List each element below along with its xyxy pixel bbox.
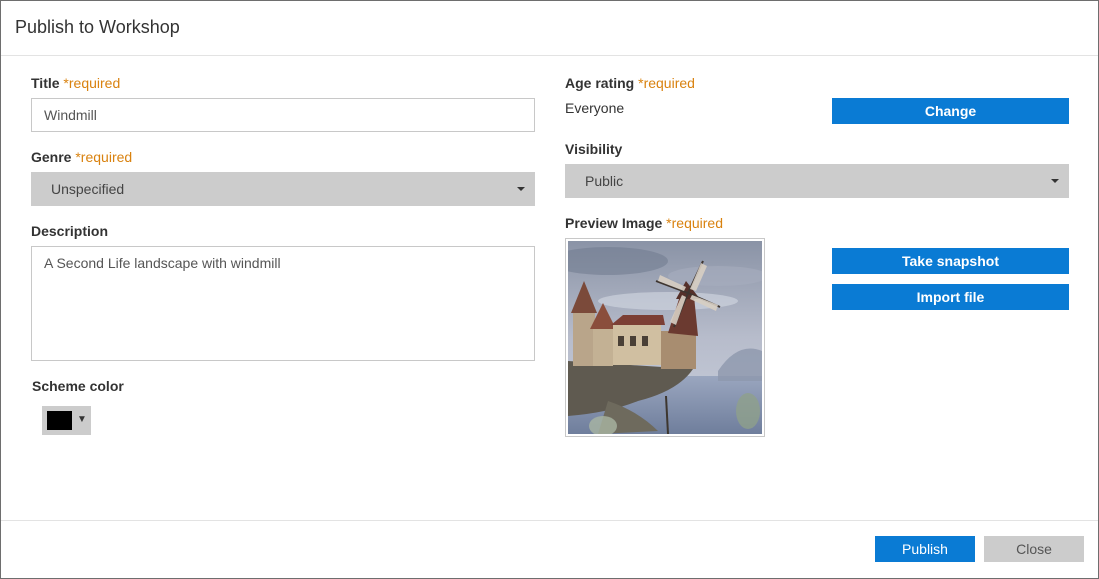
title-input[interactable]: Windmill	[31, 98, 535, 132]
description-label-text: Description	[31, 223, 109, 239]
visibility-label: Visibility	[565, 141, 622, 157]
scheme-color-label: Scheme color	[32, 378, 124, 394]
windmill-landscape-image	[568, 241, 762, 434]
color-swatch	[47, 411, 72, 430]
caret-down-icon	[517, 187, 525, 191]
preview-image-required: *required	[666, 215, 723, 231]
visibility-selected-value: Public	[585, 173, 624, 189]
caret-down-icon	[1051, 179, 1059, 183]
description-label: Description	[31, 223, 108, 239]
dialog-titlebar: Publish to Workshop	[1, 1, 1098, 56]
change-age-rating-button[interactable]: Change	[832, 98, 1069, 124]
triangle-down-icon: ▼	[77, 414, 87, 425]
visibility-select[interactable]: Public	[565, 164, 1069, 198]
scheme-color-label-text: Scheme color	[32, 378, 124, 394]
preview-image	[565, 238, 765, 437]
genre-label-text: Genre	[31, 149, 72, 165]
age-rating-required: *required	[638, 75, 695, 91]
title-label-text: Title	[31, 75, 60, 91]
age-rating-value: Everyone	[565, 100, 625, 116]
description-textarea[interactable]: A Second Life landscape with windmill	[31, 246, 535, 361]
visibility-label-text: Visibility	[565, 141, 623, 157]
publish-dialog: Publish to Workshop Title *required Wind…	[0, 0, 1099, 579]
dialog-title: Publish to Workshop	[15, 17, 180, 37]
genre-required: *required	[75, 149, 133, 165]
take-snapshot-button[interactable]: Take snapshot	[832, 248, 1069, 274]
scheme-color-picker[interactable]: ▼	[42, 406, 91, 435]
import-file-button[interactable]: Import file	[832, 284, 1069, 310]
age-rating-label-text: Age rating	[565, 75, 635, 91]
close-button[interactable]: Close	[984, 536, 1084, 562]
genre-select[interactable]: Unspecified	[31, 172, 535, 206]
age-rating-label: Age rating *required	[565, 75, 695, 91]
genre-selected-value: Unspecified	[51, 181, 125, 197]
preview-image-label-text: Preview Image	[565, 215, 663, 231]
preview-image-label: Preview Image *required	[565, 215, 723, 231]
genre-label: Genre *required	[31, 149, 132, 165]
title-label: Title *required	[31, 75, 120, 91]
publish-button[interactable]: Publish	[875, 536, 975, 562]
title-required: *required	[63, 75, 121, 91]
